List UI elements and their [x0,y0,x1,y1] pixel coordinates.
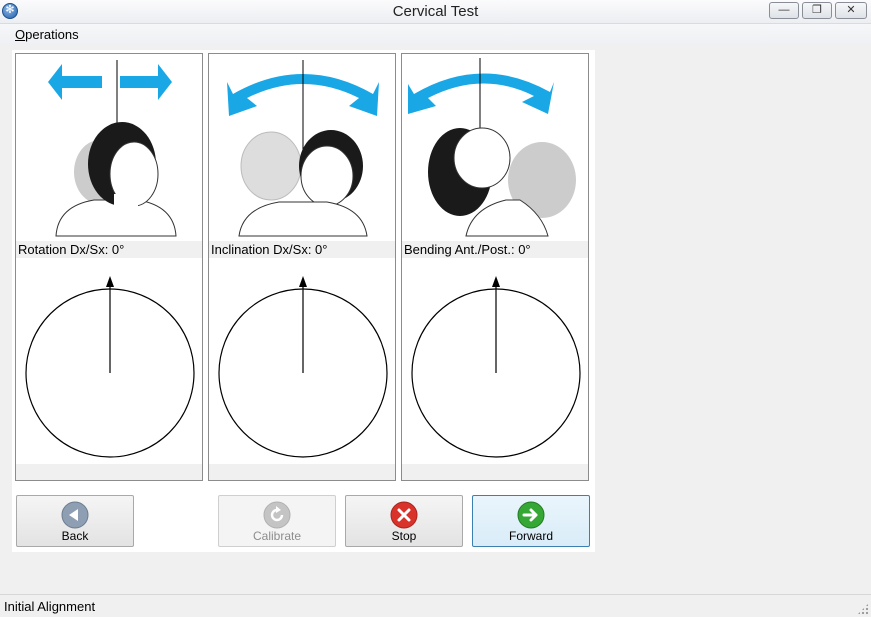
bending-dial [411,276,581,458]
title-bar: Cervical Test — ❐ ✕ [0,0,871,24]
rotation-dial [25,276,195,458]
refresh-icon [263,501,291,529]
calibrate-button[interactable]: Calibrate [218,495,336,547]
status-bar: Initial Alignment [0,594,871,617]
close-button[interactable]: ✕ [835,2,867,19]
forward-arrow-icon [517,501,545,529]
forward-button[interactable]: Forward [472,495,590,547]
rotation-panel: Rotation Dx/Sx: 0° [15,53,203,481]
inclination-dial [218,276,388,458]
back-arrow-icon [61,501,89,529]
menu-operations[interactable]: Operations [15,27,79,42]
back-button[interactable]: Back [16,495,134,547]
status-text: Initial Alignment [4,599,96,614]
bending-illustration [408,58,576,237]
test-content: Rotation Dx/Sx: 0° Inclination Dx/Sx: 0° [12,50,595,552]
menu-operations-mnemonic: O [15,27,26,42]
inclination-panel: Inclination Dx/Sx: 0° [208,53,396,481]
inclination-label: Inclination Dx/Sx: 0° [209,241,395,258]
inclination-footer [209,464,395,480]
bending-panel: Bending Ant./Post.: 0° [401,53,589,481]
menu-bar: Operations [0,24,871,45]
back-label: Back [61,529,89,543]
inclination-illustration [227,60,379,237]
stop-x-icon [390,501,418,529]
window-title: Cervical Test [392,3,479,20]
forward-label: Forward [508,529,553,543]
rotation-footer [16,464,202,480]
stop-label: Stop [391,529,417,543]
resize-grip[interactable] [857,603,869,615]
menu-operations-label: perations [25,27,79,42]
bending-footer [402,464,588,480]
minimize-button[interactable]: — [769,2,799,19]
rotation-illustration [48,60,177,237]
rotation-label: Rotation Dx/Sx: 0° [16,241,202,258]
stop-button[interactable]: Stop [345,495,463,547]
bending-label: Bending Ant./Post.: 0° [402,241,588,258]
restore-button[interactable]: ❐ [802,2,832,19]
calibrate-label: Calibrate [252,529,302,543]
